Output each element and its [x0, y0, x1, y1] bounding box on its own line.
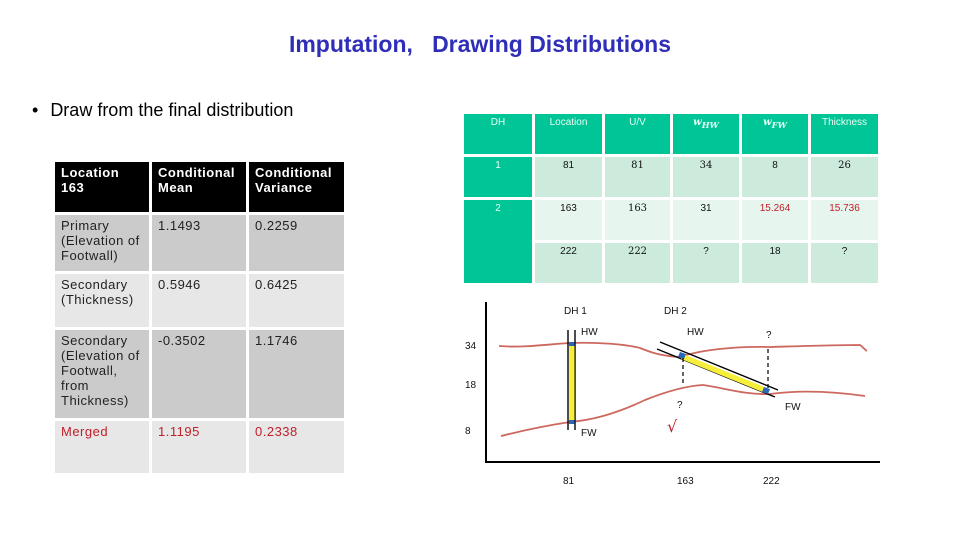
bullet-marker: •: [32, 100, 39, 120]
dh1-label: DH 1: [564, 306, 587, 317]
row-label: Merged: [55, 421, 149, 473]
y-tick-label: 18: [465, 380, 477, 391]
table-row: 2 163 163 31 15.264 15.736: [464, 200, 878, 283]
cell-location: 222: [535, 243, 602, 283]
footwall-surface: [500, 384, 866, 437]
cell-w-fw: 8: [742, 157, 808, 197]
dh1-hw-intercept: [569, 342, 575, 346]
cell-uv: 163: [605, 200, 670, 240]
table-row-merged: Merged 1.1195 0.2338: [55, 421, 344, 473]
table-row: 1 81 81 34 8 26: [464, 157, 878, 197]
dh1-ore-interval: [569, 344, 575, 422]
cell-thickness: 26: [811, 157, 878, 197]
y-tick-label: 34: [465, 341, 477, 352]
row-variance: 1.1746: [249, 330, 344, 418]
header-conditional-mean: Conditional Mean: [152, 162, 246, 212]
row-mean: -0.3502: [152, 330, 246, 418]
cell-uv: 222: [605, 243, 670, 283]
cell-w-hw: ?: [673, 243, 739, 283]
cell-w-hw: 34: [673, 157, 739, 197]
dh2-fw-label: FW: [785, 402, 801, 413]
cell-thickness: ?: [811, 243, 878, 283]
unknown-hw-marker: ?: [766, 330, 772, 341]
dh1-fw-intercept: [569, 420, 575, 424]
header-location: Location 163: [55, 162, 149, 212]
dh2-ore-interval: [681, 354, 767, 393]
row-label: Primary (Elevation of Footwall): [55, 215, 149, 271]
header-conditional-variance: Conditional Variance: [249, 162, 344, 212]
check-mark: √: [667, 417, 678, 436]
table-header-row: DH Location U/V wHW wFW Thickness: [464, 114, 878, 154]
table-row: Primary (Elevation of Footwall) 1.1493 0…: [55, 215, 344, 271]
cell-uv: 81: [605, 157, 670, 197]
x-tick-label: 81: [563, 476, 575, 487]
header-uv: U/V: [605, 114, 670, 154]
dh1-hw-label: HW: [581, 327, 598, 338]
bullet-text: Draw from the final distribution: [50, 100, 294, 120]
conditional-stats-table: Location 163 Conditional Mean Conditiona…: [52, 159, 347, 476]
cell-w-fw: 18: [742, 243, 808, 283]
cell-w-fw: 15.264: [742, 200, 808, 240]
drillhole-diagram: 34 18 8 81 163 222 DH 1 HW FW DH 2 HW FW…: [465, 302, 880, 487]
table-row: Secondary (Thickness) 0.5946 0.6425: [55, 274, 344, 327]
bullet-point: • Draw from the final distribution: [32, 100, 293, 121]
row-label: Secondary (Thickness): [55, 274, 149, 327]
header-w-hw: wHW: [673, 114, 739, 154]
dh1-fw-label: FW: [581, 428, 597, 439]
row-variance: 0.6425: [249, 274, 344, 327]
header-location: Location: [535, 114, 602, 154]
header-thickness: Thickness: [811, 114, 878, 154]
row-mean: 1.1493: [152, 215, 246, 271]
row-mean: 0.5946: [152, 274, 246, 327]
dh2-label: DH 2: [664, 306, 687, 317]
table-header-row: Location 163 Conditional Mean Conditiona…: [55, 162, 344, 212]
x-tick-label: 163: [677, 476, 694, 487]
dh2-hw-label: HW: [687, 327, 704, 338]
row-label: Secondary (Elevation of Footwall, from T…: [55, 330, 149, 418]
slide-title: Imputation, Drawing Distributions: [288, 31, 672, 57]
table-row: Secondary (Elevation of Footwall, from T…: [55, 330, 344, 418]
cell-location: 163: [535, 200, 602, 240]
cell-location: 81: [535, 157, 602, 197]
x-tick-label: 222: [763, 476, 780, 487]
row-mean: 1.1195: [152, 421, 246, 473]
cell-w-hw: 31: [673, 200, 739, 240]
header-dh: DH: [464, 114, 532, 154]
cell-dh: 1: [464, 157, 532, 197]
row-variance: 0.2259: [249, 215, 344, 271]
drillhole-table: DH Location U/V wHW wFW Thickness 1 81 8…: [461, 111, 881, 286]
row-variance: 0.2338: [249, 421, 344, 473]
header-w-fw: wFW: [742, 114, 808, 154]
y-tick-label: 8: [465, 426, 471, 437]
cell-thickness: 15.736: [811, 200, 878, 240]
cell-dh: 2: [464, 200, 532, 283]
unknown-fw-marker: ?: [677, 400, 683, 411]
